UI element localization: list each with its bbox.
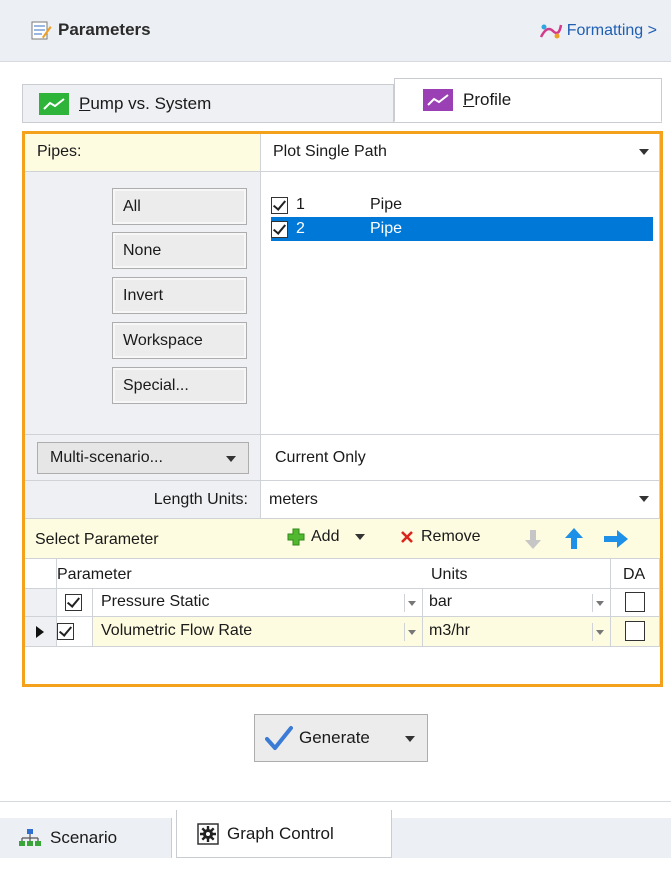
generate-label: Generate [299,728,370,747]
multi-scenario-value: Current Only [261,435,660,481]
chevron-down-icon [226,456,236,462]
close-icon [401,531,413,543]
chevron-down-icon[interactable] [405,736,415,742]
parameters-icon [31,21,52,40]
multi-scenario-button[interactable]: Multi-scenario... [37,442,249,474]
pipe-checkbox[interactable] [271,220,288,238]
bottom-divider [0,801,671,802]
pipe-list-item[interactable]: 1 Pipe [271,193,653,217]
pipe-id: 2 [296,220,305,237]
special-selection-button[interactable]: Special... [112,367,247,404]
pipe-name: Pipe [370,220,403,237]
selection-buttons-panel: All None Invert Workspace Special... [25,172,261,435]
formatting-link-label: Formatting > [566,22,657,39]
select-parameter-toolbar: Select Parameter Add Remove [25,519,660,559]
chevron-down-icon [592,623,606,641]
pipe-list-item[interactable]: 2 Pipe [271,217,653,241]
da-cell [611,589,660,617]
add-parameter-label: Add [311,528,340,545]
select-all-button[interactable]: All [112,188,247,225]
arrow-right-icon[interactable] [603,528,629,550]
arrow-down-icon[interactable] [523,528,543,550]
remove-parameter-button[interactable]: Remove [399,528,481,546]
tab-scenario-label: Scenario [50,828,118,847]
row-selector[interactable] [25,617,57,647]
length-units-value: meters [269,491,318,508]
parameter-dropdown[interactable]: Volumetric Flow Rate [93,617,423,647]
parameter-value: Volumetric Flow Rate [101,622,253,639]
units-value: m3/hr [429,622,470,639]
bottom-tab-strip [392,818,671,858]
chevron-down-icon[interactable] [355,534,366,540]
pipe-id: 1 [296,196,305,213]
tab-pump-vs-system-text: ump vs. System [90,93,212,113]
profile-settings-frame: Pipes: Plot Single Path All None Invert … [22,131,663,687]
table-row-check-cell [57,617,93,647]
pipes-mode-value: Plot Single Path [273,143,387,160]
parameter-checkbox[interactable] [57,623,74,640]
parameter-dropdown[interactable]: Pressure Static [93,589,423,617]
tab-profile-label: Profile [463,90,511,110]
pump-vs-system-graph-icon [39,92,69,115]
grid-header-parameter[interactable]: Parameter [57,559,433,589]
da-checkbox[interactable] [625,621,645,641]
tab-graph-control[interactable]: Graph Control [176,810,392,858]
grid-corner [25,559,57,589]
da-checkbox[interactable] [625,592,645,612]
scenario-tree-icon [19,829,41,846]
generate-button[interactable]: Generate [254,714,428,762]
pipe-name: Pipe [370,196,403,213]
parameter-checkbox[interactable] [65,594,82,611]
tab-profile-text: rofile [474,90,512,109]
checkmark-icon [265,726,293,750]
parameters-header: Parameters Formatting > [0,0,671,62]
parameter-value: Pressure Static [101,593,210,610]
parameters-title-text: Parameters [58,20,151,39]
da-cell [611,617,660,647]
chevron-down-icon [639,496,649,502]
table-row-check-cell [57,589,93,617]
remove-parameter-label: Remove [421,528,481,545]
invert-selection-button[interactable]: Invert [112,277,247,314]
select-none-button[interactable]: None [112,232,247,269]
arrow-up-icon[interactable] [563,527,585,551]
profile-graph-icon [423,89,453,111]
chevron-down-icon [592,594,606,612]
current-row-icon [36,626,44,638]
workspace-selection-button[interactable]: Workspace [112,322,247,359]
tab-pump-vs-system[interactable]: Pump vs. System [22,84,394,122]
tab-profile[interactable]: Profile [394,78,662,122]
chevron-down-icon [639,149,649,155]
multi-scenario-cell: Multi-scenario... [25,435,261,481]
tab-divider [22,122,662,123]
units-dropdown[interactable]: m3/hr [423,617,611,647]
units-value: bar [429,593,453,610]
length-units-dropdown[interactable]: meters [261,481,660,519]
chevron-down-icon [404,594,418,612]
row-selector[interactable] [25,589,57,617]
pipe-list: 1 Pipe 2 Pipe [261,172,660,435]
formatting-icon [539,24,562,39]
tab-pump-vs-system-label: Pump vs. System [79,94,211,114]
select-parameter-label: Select Parameter [35,531,159,548]
tab-scenario[interactable]: Scenario [0,818,172,858]
pipes-mode-dropdown[interactable]: Plot Single Path [261,134,660,172]
graph-type-tabs: Pump vs. System Profile [22,78,662,122]
length-units-label: Length Units: [25,481,261,519]
units-dropdown[interactable]: bar [423,589,611,617]
parameters-title: Parameters [30,19,151,41]
tab-pump-vs-system-accel: P [79,93,91,113]
grid-header-units[interactable]: Units [423,559,611,589]
tab-graph-control-label: Graph Control [227,823,334,843]
tab-profile-accel: P [463,90,475,109]
multi-scenario-label: Multi-scenario... [50,449,163,466]
plus-icon [287,528,305,546]
pipe-checkbox[interactable] [271,196,288,214]
pipes-label: Pipes: [25,134,261,172]
formatting-link[interactable]: Formatting > [539,21,657,41]
grid-header-da[interactable]: DA [611,559,660,589]
gear-icon [197,822,219,845]
chevron-down-icon [404,623,418,641]
add-parameter-button[interactable]: Add [287,528,366,546]
